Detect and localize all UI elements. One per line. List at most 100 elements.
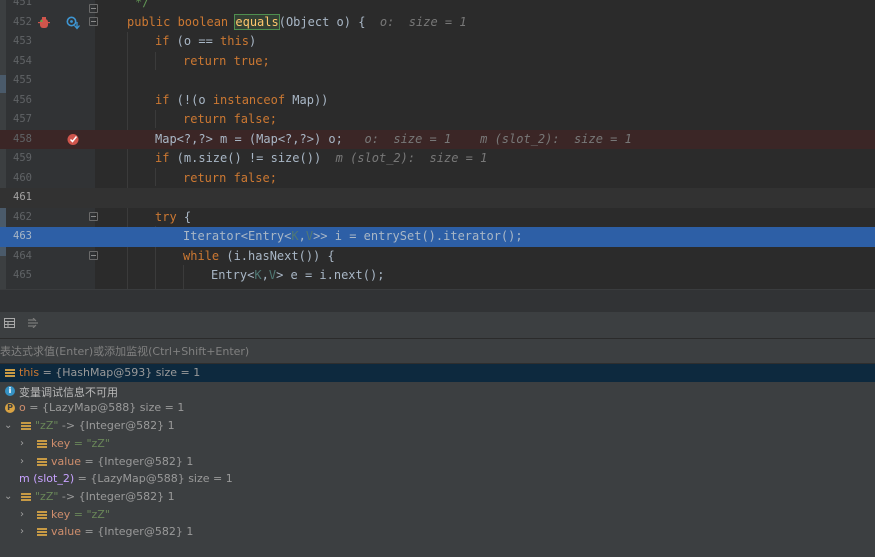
code-line[interactable]: 456 if (!(o instanceof Map)) [0,91,875,111]
method-signature: public boolean equals(Object o) { o: siz… [127,13,467,30]
chevron-down-icon[interactable]: ⌄ [4,491,12,502]
variable-name: value [51,454,82,468]
code-line[interactable]: 457 return false; [0,110,875,130]
breakpoint-line[interactable]: 458 Map<?,?> m = (Map<?,?>) o; o: size =… [0,129,875,149]
threads-icon[interactable] [27,318,38,328]
field-icon [37,438,47,449]
entry-value: -> {Integer@582} 1 [58,419,175,433]
field-icon [5,368,15,378]
line-number: 461 [13,191,32,203]
line-number: 460 [13,171,32,184]
keyword-text: while [183,248,220,263]
code-line[interactable]: 465 Entry<K,V> e = i.next(); [0,266,875,286]
fold-toggle[interactable] [89,4,98,13]
variable-name: key [51,507,71,521]
field-icon [37,509,47,520]
code-text: Entry<K,V> e = i.next(); [211,268,385,282]
code-text: if (o == this) [155,34,257,48]
chevron-right-icon[interactable]: › [20,526,24,537]
variable-row[interactable]: this = {HashMap@593} size = 1 [0,364,875,382]
code-line[interactable]: 454 return true; [0,52,875,72]
code-text: Map<?,?> m = (Map<?,?>) o; [155,131,343,146]
signature-params: (Object o) { [278,14,366,29]
keyword-text: if [155,151,170,165]
variable-row[interactable]: › key = "zZ" [0,435,875,453]
chevron-right-icon[interactable]: › [20,438,24,449]
line-number: 464 [13,249,32,262]
inline-value-hint: o: size = 1 [379,14,467,29]
keyword-text: if [155,92,170,107]
variable-row[interactable]: P o = {LazyMap@588} size = 1 [0,399,875,417]
variable-value: = {LazyMap@588} size = 1 [74,472,233,486]
code-line[interactable]: 464 while (i.hasNext()) { [0,247,875,267]
variable-name: value [51,525,82,539]
variable-name: o [19,401,26,415]
variable-value: = "zZ" [70,436,110,450]
variable-row[interactable]: m (slot_2) = {LazyMap@588} size = 1 [0,470,875,488]
execution-line[interactable]: 463 Iterator<Entry<K,V>> i = entrySet().… [0,227,875,247]
variable-value: = {Integer@582} 1 [81,454,194,468]
code-line[interactable]: 462 try { [0,208,875,228]
chevron-right-icon[interactable]: › [20,456,24,467]
code-text: while (i.hasNext()) { [183,248,335,263]
code-line[interactable]: 451 */ [0,0,875,13]
inline-value-hint: o: size = 1 m (slot_2): size = 1 [364,131,632,146]
fold-toggle[interactable] [89,251,98,260]
line-number: 451 [13,0,32,8]
fold-toggle[interactable] [89,17,98,26]
comment-text: */ [135,0,150,9]
code-line[interactable]: 453 if (o == this) [0,32,875,52]
variable-value: = {HashMap@593} size = 1 [39,366,201,379]
generic-param: V [305,229,314,243]
generic-param: V [268,268,277,282]
code-line[interactable]: 452 public boolean equals(Object o) { o:… [0,13,875,33]
generic-param: K [291,229,299,243]
field-icon [37,527,47,538]
line-number: 457 [13,113,32,125]
code-line[interactable]: 460 return false; [0,169,875,189]
debugger-tabbar [0,312,875,339]
variable-row[interactable]: ⌄ "zZ" -> {Integer@582} 1 [0,488,875,506]
evaluate-expression-bar[interactable] [0,339,875,364]
code-text: if (!(o instanceof Map)) [155,92,329,107]
entry-icon [21,491,31,502]
evaluate-expression-input[interactable] [0,339,870,363]
breakpoint-icon[interactable] [66,132,80,146]
variable-name: m (slot_2) [19,472,75,486]
method-name[interactable]: equals [234,13,280,30]
keyword-text: this [220,34,249,48]
keyword-text: public boolean [127,14,236,29]
info-icon: i [5,385,15,396]
code-text: return false; [183,112,277,126]
bug-icon[interactable] [38,16,50,29]
caret-line[interactable]: 461 [0,188,875,208]
line-number: 455 [13,74,32,86]
variable-value: = {Integer@582} 1 [81,525,194,539]
line-number: 459 [13,152,32,164]
variables-tree[interactable]: this = {HashMap@593} size = 1 i 变量调试信息不可… [0,364,875,557]
generic-param: K [254,268,262,282]
chevron-right-icon[interactable]: › [20,509,24,520]
variable-value: = {LazyMap@588} size = 1 [25,401,185,415]
variable-row[interactable]: › value = {Integer@582} 1 [0,523,875,541]
variable-row[interactable]: ⌄ "zZ" -> {Integer@582} 1 [0,417,875,435]
entry-key: "zZ" [35,489,59,503]
variable-value: = "zZ" [70,507,110,521]
variable-row[interactable]: › key = "zZ" [0,506,875,524]
variable-row[interactable]: › value = {Integer@582} 1 [0,453,875,471]
code-text: return false; [183,170,277,185]
fold-toggle[interactable] [89,212,98,221]
chevron-down-icon[interactable]: ⌄ [4,420,12,431]
line-number: 465 [13,269,32,281]
variable-row[interactable]: i 变量调试信息不可用 [0,382,875,400]
info-message: 变量调试信息不可用 [19,385,118,399]
frames-icon[interactable] [4,318,15,328]
code-line[interactable]: 459 if (m.size() != size()) m (slot_2): … [0,149,875,169]
implementation-marker-icon[interactable] [66,16,80,30]
line-number: 463 [13,230,32,242]
line-number: 458 [13,132,32,145]
code-text: Map<?,?> m = (Map<?,?>) o; o: size = 1 m… [155,132,632,146]
keyword-text: if [155,34,170,48]
code-line[interactable]: 455 [0,71,875,91]
code-editor[interactable]: 451 */ 452 public boolean equals(Object … [0,0,875,289]
